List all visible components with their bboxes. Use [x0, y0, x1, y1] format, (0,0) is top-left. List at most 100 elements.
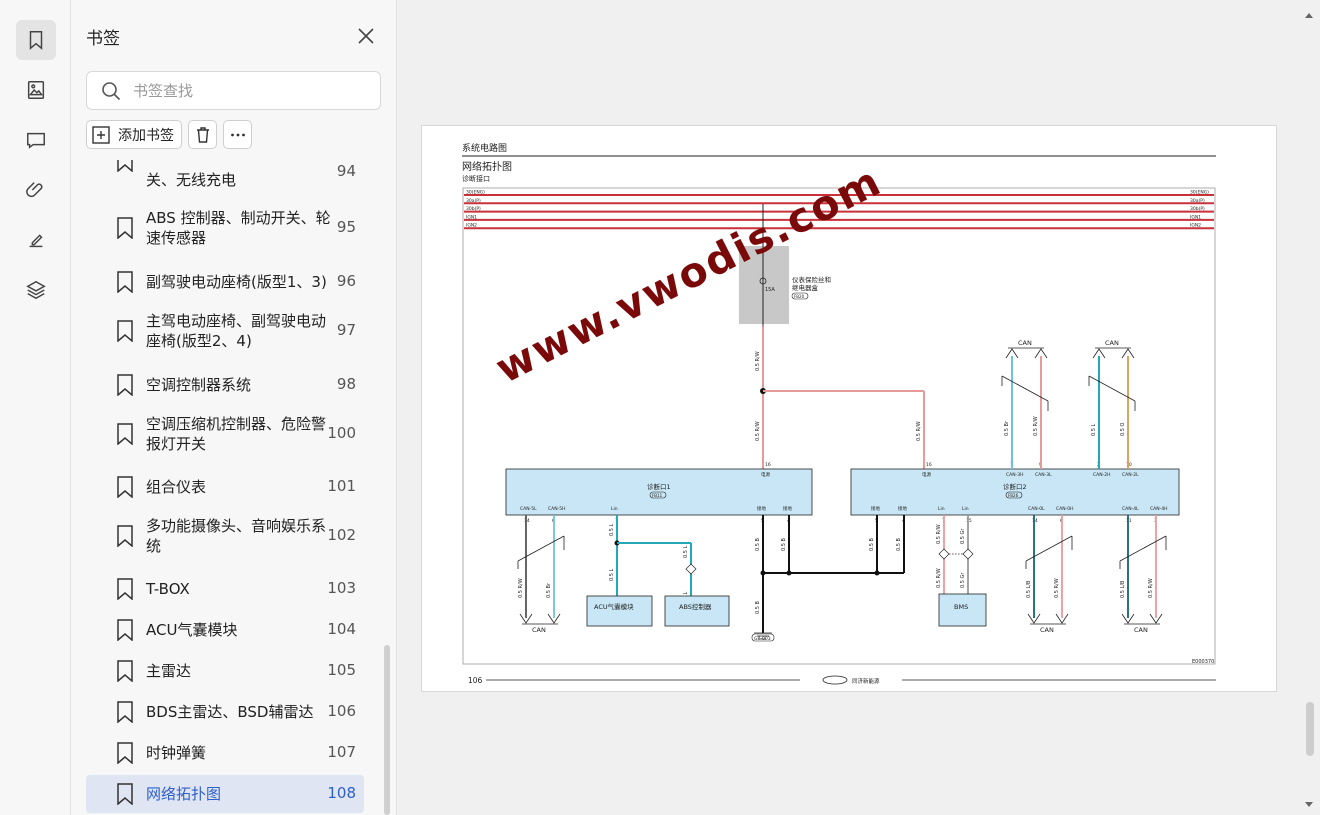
close-icon[interactable]	[355, 25, 377, 47]
wire-label-bms-1: 0.5 R/W	[936, 524, 942, 544]
connector-pin-number: 16	[926, 462, 932, 468]
diag2-title: 诊断口2	[1003, 482, 1027, 491]
power-rail-label-left: 30a(P)	[466, 198, 481, 204]
connector-pin-label: CAN-4H	[1150, 506, 1167, 512]
bookmark-icon	[117, 659, 133, 682]
document-scrollbar[interactable]	[1306, 702, 1314, 756]
comment-icon	[27, 132, 45, 149]
power-rail-label-left: IGN1	[466, 214, 477, 220]
bookmark-icon	[117, 160, 133, 172]
ground-label: G8-003	[754, 636, 771, 642]
wire-label-lower-1a: 0.5 R/W	[518, 578, 524, 598]
abs-module-label: ABS控制器	[679, 602, 712, 611]
wire-label-lin-2: 0.5 L	[609, 568, 615, 581]
bookmark-list: 关、无线充电 94 ABS 控制器、制动开关、轮速传感器 95 副驾驶电动座椅(版型1、…	[71, 160, 381, 815]
add-bookmark-button[interactable]: 添加书签	[86, 120, 182, 149]
bookmark-title: 主雷达	[146, 661, 192, 680]
bookmark-page: 108	[327, 784, 356, 802]
ground-network	[762, 515, 905, 633]
bookmark-item[interactable]: BDS主雷达、BSD辅雷达 106	[86, 695, 364, 728]
wire-label-bms-4: 0.5 Gr	[960, 572, 966, 588]
connector-pin-label: CAN-5H	[548, 506, 565, 512]
can-label-lower-2: CAN	[1040, 626, 1054, 634]
bookmark-item[interactable]: 网络拓扑图 108	[86, 775, 364, 813]
can-label-lower-3: CAN	[1134, 626, 1148, 634]
bookmark-title: 副驾驶电动座椅(版型1、3)	[146, 272, 327, 291]
bookmark-item[interactable]: 空调控制器系统 98	[86, 368, 364, 401]
bookmark-item[interactable]: 主雷达 105	[86, 654, 364, 687]
power-rail-label-right: IGN2	[1190, 223, 1201, 229]
connector-pin-label: Lin	[938, 506, 945, 512]
bookmark-panel-button[interactable]	[16, 20, 56, 60]
connector-pin-label: CAN-3H	[1006, 472, 1023, 478]
more-options-button[interactable]	[223, 120, 252, 149]
abs-module	[664, 595, 730, 627]
document-viewer: 系统电路图 网络拓扑图 诊断接口 30(ENG) 30(ENG) 30a(P) 30a…	[398, 0, 1320, 815]
trash-icon	[196, 126, 209, 143]
scroll-up-icon[interactable]	[1304, 10, 1314, 20]
scroll-down-icon[interactable]	[1304, 800, 1314, 810]
wire-label-power-1: 0.5 R/W	[755, 351, 761, 371]
add-bookmark-label: 添加书签	[118, 127, 174, 144]
wire-label-power-3: 0.5 R/W	[916, 421, 922, 441]
bookmark-page: 105	[327, 660, 356, 679]
bookmark-item[interactable]: 副驾驶电动座椅(版型1、3) 96	[86, 265, 364, 298]
bookmark-search-box[interactable]	[86, 71, 381, 110]
connector-pin-label: CAN-2H	[1093, 472, 1110, 478]
image-icon	[27, 81, 45, 99]
delete-bookmark-button[interactable]	[188, 120, 217, 149]
bookmark-title: T-BOX	[146, 579, 190, 598]
bookmark-item[interactable]: T-BOX 103	[86, 572, 364, 605]
connector-pin-label: CAN-5L	[520, 506, 537, 512]
wire-label-lower-2b: 0.5 R/W	[1054, 578, 1060, 598]
bookmark-icon	[117, 217, 133, 239]
bookmark-icon	[117, 783, 133, 805]
bookmark-item[interactable]: 空调压缩机控制器、危险警报灯开关 100	[86, 408, 364, 460]
acu-module	[586, 595, 653, 627]
connector-pin-label: 电源	[761, 471, 770, 478]
bookmark-item[interactable]: ABS 控制器、制动开关、轮速传感器 95	[86, 202, 364, 254]
bookmark-title: 网络拓扑图	[146, 785, 222, 803]
bookmark-search-input[interactable]	[133, 72, 373, 109]
wire-label-bms-2: 0.5 Gr	[960, 528, 966, 544]
bookmark-icon	[117, 700, 133, 723]
wire-label-lower-1b: 0.5 Br	[546, 582, 552, 598]
layers-panel-button[interactable]	[16, 270, 56, 310]
bookmark-item[interactable]: 多功能摄像头、音响娱乐系统 102	[86, 510, 364, 562]
can-pair-lower-1: CAN	[517, 515, 565, 634]
panel-title: 书签	[86, 29, 120, 49]
fuse-rating: 15A	[765, 287, 775, 293]
bookmark-icon	[117, 577, 133, 600]
diag1-code: FB11	[652, 493, 663, 498]
wire-label-upper-o: 0.5 O	[1120, 422, 1126, 436]
bookmark-page: 102	[327, 526, 356, 544]
can-pair-lower-3: CAN	[1119, 515, 1167, 634]
bookmark-item[interactable]: 主驾电动座椅、副驾驶电动座椅(版型2、4) 97	[86, 305, 364, 357]
attachment-panel-button[interactable]	[16, 170, 56, 210]
bookmark-page: 103	[327, 578, 356, 597]
thumbnail-panel-button[interactable]	[16, 70, 56, 110]
signature-panel-button[interactable]	[16, 220, 56, 260]
bookmark-panel: 书签 添加书签 关、无线充电 94 ABS 控制器、制动开关、轮速传感器 95 副驾驶电…	[71, 0, 397, 815]
bms-module-label: BMS	[954, 603, 968, 611]
attachment-icon	[26, 182, 43, 198]
power-rail-label-left: 30b(P)	[466, 206, 481, 212]
page-number: 106	[468, 676, 483, 685]
fuse-box-label-2: 继电器盒	[792, 283, 819, 292]
wire-label-gnd-2: 0.5 B	[781, 537, 787, 551]
bookmark-item[interactable]: 关、无线充电 94	[86, 160, 364, 198]
bookmark-page: 96	[336, 271, 356, 290]
comment-panel-button[interactable]	[16, 120, 56, 160]
bookmark-scrollbar[interactable]	[384, 645, 390, 815]
power-rail-label-right: 30(ENG)	[1190, 190, 1209, 196]
diag1-title: 诊断口1	[647, 482, 671, 491]
bookmark-page: 101	[327, 476, 356, 495]
bookmark-icon	[117, 320, 133, 342]
connector-pin-label: CAN-0H	[1056, 506, 1073, 512]
bookmark-item[interactable]: 时钟弹簧 107	[86, 736, 364, 769]
bookmark-title: ABS 控制器、制动开关、轮速传感器	[146, 209, 331, 247]
bookmark-item[interactable]: 组合仪表 101	[86, 470, 364, 503]
bookmark-item[interactable]: ACU气囊模块 104	[86, 613, 364, 646]
connector-pin-label: CAN-0L	[1028, 506, 1045, 512]
tool-rail	[0, 0, 71, 815]
